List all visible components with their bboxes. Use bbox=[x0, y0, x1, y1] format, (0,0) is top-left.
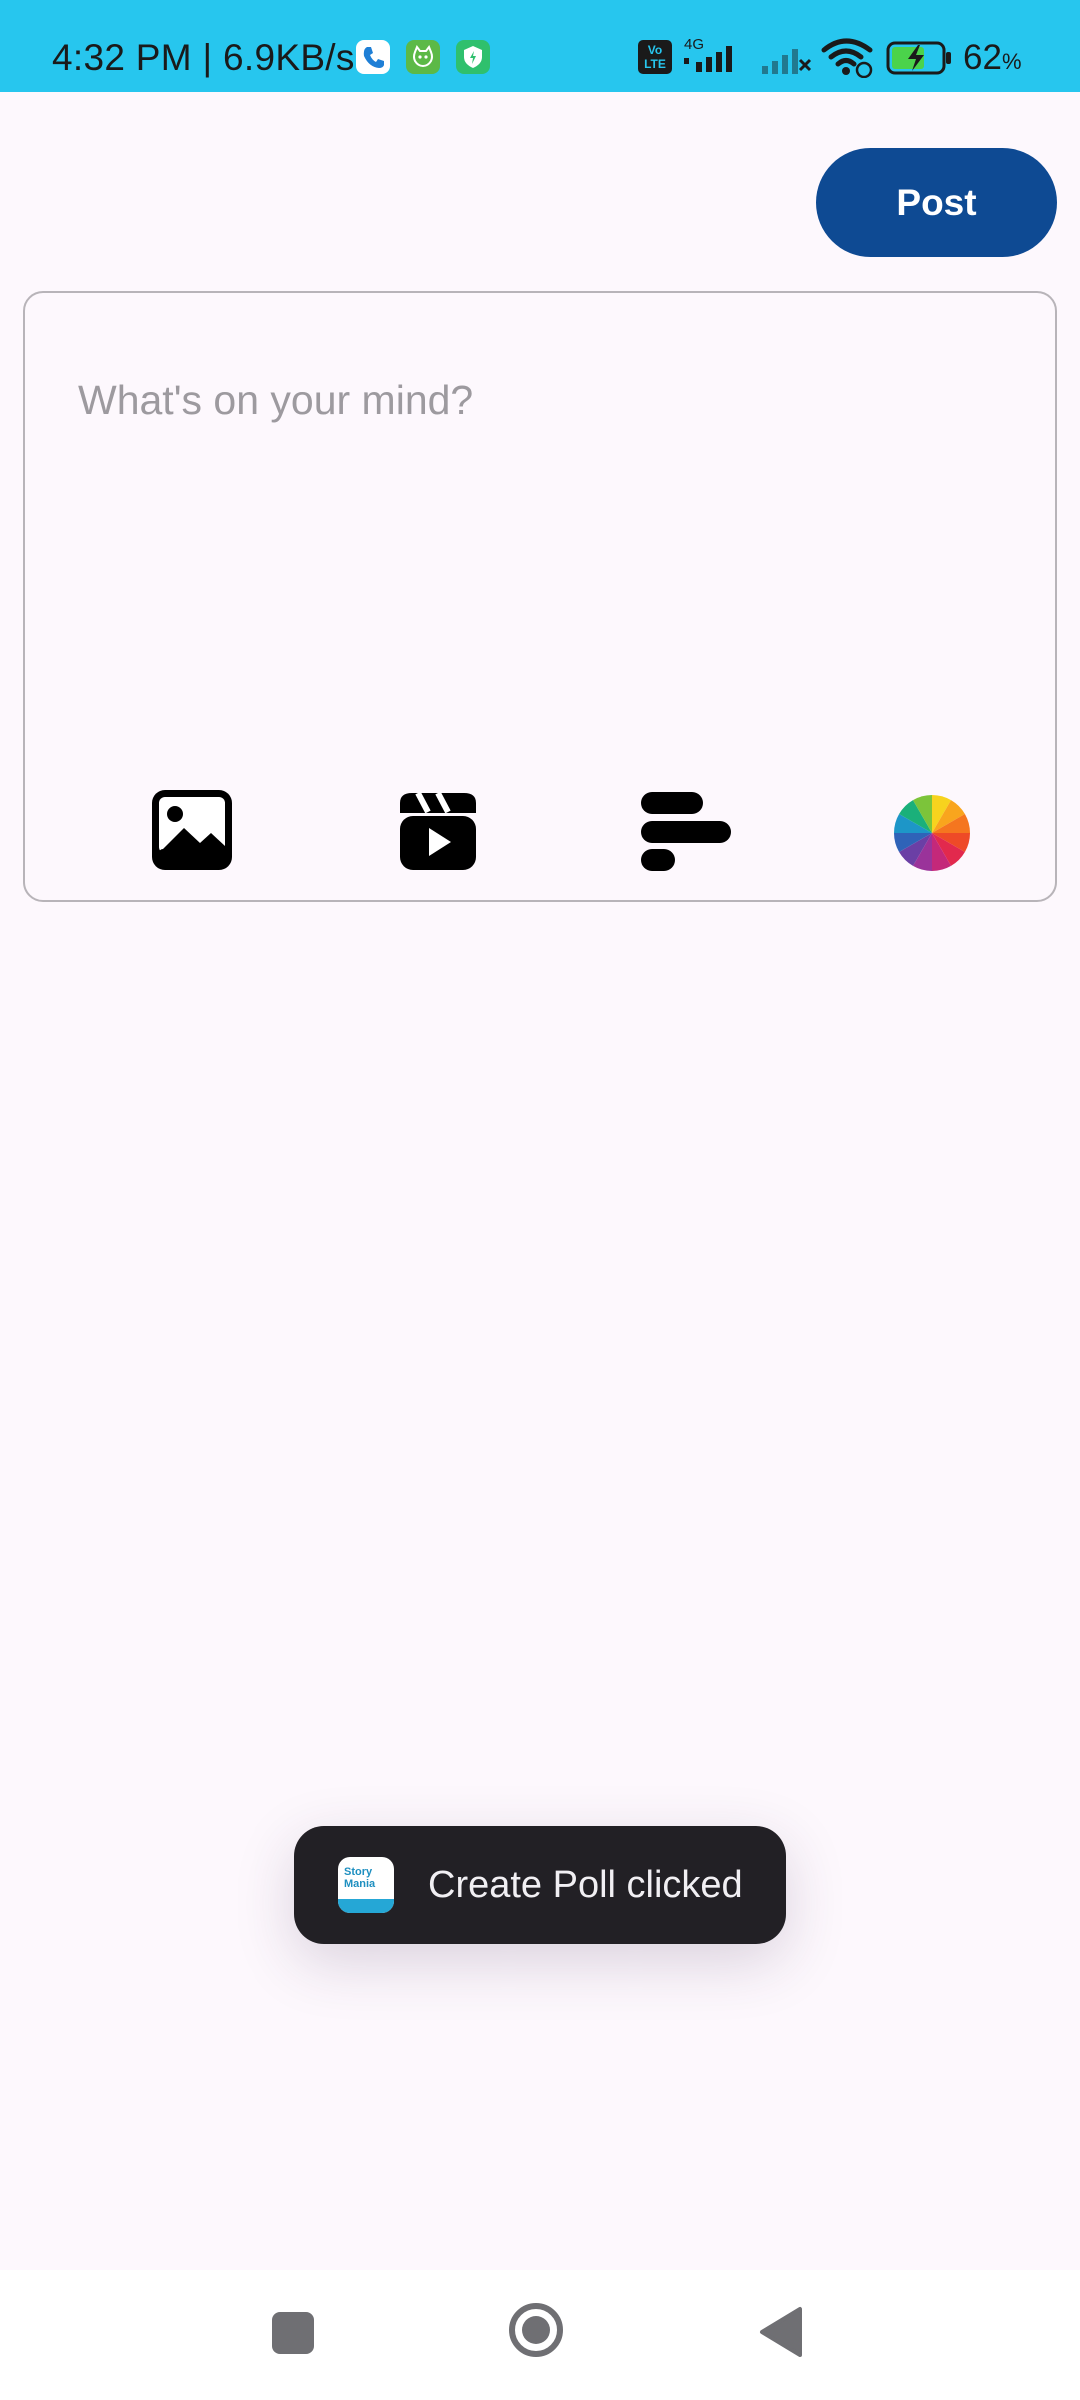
composer-card bbox=[23, 291, 1057, 902]
signal-noservice-icon bbox=[762, 49, 812, 74]
navigation-bar bbox=[0, 2270, 1080, 2400]
status-separator: | bbox=[202, 37, 213, 78]
image-icon bbox=[152, 790, 232, 870]
battery-percent-unit: % bbox=[1001, 49, 1022, 74]
post-button[interactable]: Post bbox=[816, 148, 1057, 257]
home-icon bbox=[509, 2303, 563, 2357]
status-time-and-speed: 4:32 PM | 6.9KB/s bbox=[52, 0, 355, 92]
add-video-button[interactable] bbox=[388, 783, 488, 883]
battery-percent: 62% bbox=[963, 0, 1022, 92]
status-clock: 4:32 PM bbox=[52, 37, 192, 78]
poll-icon bbox=[641, 792, 731, 871]
app-icon-lettering: Story Mania bbox=[344, 1866, 376, 1890]
phone-icon bbox=[356, 40, 390, 74]
toast-text: Create Poll clicked bbox=[428, 1864, 743, 1906]
toast-message: Story Mania Create Poll clicked bbox=[294, 1826, 786, 1944]
volte-line2: LTE bbox=[644, 57, 666, 71]
network-speed: 6.9KB/s bbox=[223, 37, 355, 78]
status-bar: 4:32 PM | 6.9KB/s Vo LTE 4G 62% bbox=[0, 0, 1080, 92]
back-button[interactable] bbox=[758, 2306, 804, 2358]
home-button[interactable] bbox=[508, 2302, 564, 2358]
cat-app-icon bbox=[406, 40, 440, 74]
volte-icon: Vo LTE bbox=[638, 40, 672, 74]
recents-icon bbox=[272, 2312, 314, 2354]
post-text-input[interactable] bbox=[78, 377, 998, 717]
create-poll-button[interactable] bbox=[635, 783, 735, 883]
signal-4g-icon: 4G bbox=[684, 36, 732, 72]
video-icon bbox=[400, 791, 476, 870]
back-icon bbox=[760, 2307, 802, 2357]
wifi-icon bbox=[821, 38, 873, 78]
volte-line1: Vo bbox=[647, 43, 663, 57]
battery-percent-value: 62 bbox=[963, 38, 1002, 77]
storymania-app-icon: Story Mania bbox=[338, 1857, 394, 1913]
color-wheel-icon bbox=[894, 795, 970, 871]
recents-button[interactable] bbox=[270, 2310, 316, 2356]
shield-app-icon bbox=[456, 40, 490, 74]
network-type-label: 4G bbox=[684, 36, 704, 53]
background-color-button[interactable] bbox=[882, 783, 982, 883]
add-image-button[interactable] bbox=[142, 783, 242, 883]
battery-charging-icon bbox=[886, 41, 951, 75]
